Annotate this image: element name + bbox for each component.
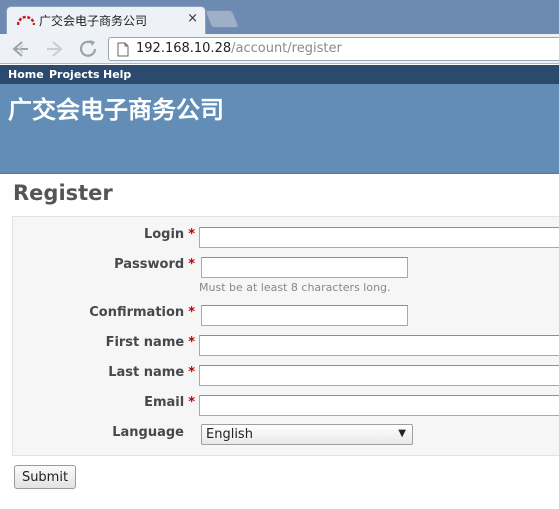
confirmation-label-text: Confirmation (89, 305, 185, 320)
language-label-row: Language (0, 425, 195, 443)
forward-arrow-icon[interactable] (43, 37, 67, 61)
page-title: Register (13, 181, 113, 205)
url-text: 192.168.10.28/account/register (136, 41, 342, 56)
password-label-text: Password (114, 257, 185, 272)
reload-icon[interactable] (76, 37, 100, 61)
site-header: 广交会电子商务公司 (0, 84, 559, 174)
top-menu-projects[interactable]: Projects (49, 68, 100, 81)
last-name-input[interactable] (199, 365, 559, 386)
password-label: Password * (114, 257, 195, 272)
new-tab-button[interactable] (204, 10, 240, 28)
confirmation-label-row: Confirmation * (0, 305, 195, 323)
back-arrow-icon[interactable] (8, 37, 32, 61)
required-marker: * (188, 395, 195, 410)
language-selected-value: English (206, 427, 253, 442)
first-name-label-row: First name * (0, 335, 195, 353)
email-label-text: Email (144, 395, 185, 410)
last-name-label-row: Last name * (0, 365, 195, 383)
first-name-label-text: First name (105, 335, 185, 350)
tab-close-icon[interactable]: × (187, 11, 198, 26)
browser-toolbar: 192.168.10.28/account/register (0, 34, 559, 64)
required-marker: * (188, 257, 195, 272)
login-input[interactable] (199, 227, 559, 248)
confirmation-input[interactable] (201, 305, 408, 326)
email-label-row: Email * (0, 395, 195, 413)
top-menu-help[interactable]: Help (103, 68, 131, 81)
login-label-row: Login * (0, 227, 195, 245)
last-name-label-text: Last name (108, 365, 185, 380)
submit-button[interactable]: Submit (14, 465, 76, 489)
tab-title: 广交会电子商务公司 (39, 14, 148, 28)
top-menu-home[interactable]: Home (8, 68, 44, 81)
url-host: 192.168.10.28 (136, 41, 232, 56)
password-hint: Must be at least 8 characters long. (199, 281, 391, 294)
password-label-row: Password * (0, 257, 195, 275)
address-bar[interactable]: 192.168.10.28/account/register (108, 37, 559, 61)
language-select[interactable]: English ▼ (201, 424, 413, 445)
redmine-logo-icon (17, 15, 35, 26)
first-name-input[interactable] (199, 335, 559, 356)
top-menu: Home Projects Help (0, 65, 559, 84)
browser-tabstrip: 广交会电子商务公司 × (0, 0, 559, 34)
email-label: Email * (144, 395, 195, 410)
page-icon (117, 42, 129, 57)
confirmation-label: Confirmation * (89, 305, 195, 320)
required-marker: * (188, 227, 195, 242)
password-input[interactable] (201, 257, 408, 278)
browser-tab[interactable]: 广交会电子商务公司 × (6, 6, 206, 34)
login-label-text: Login (143, 227, 185, 242)
email-input[interactable] (199, 395, 559, 416)
language-label: Language (112, 425, 195, 440)
last-name-label: Last name * (108, 365, 195, 380)
language-label-text: Language (112, 425, 184, 440)
url-path: /account/register (231, 41, 342, 56)
dropdown-arrow-icon: ▼ (398, 428, 406, 439)
login-label: Login * (144, 227, 195, 242)
first-name-label: First name * (106, 335, 195, 350)
required-marker: * (188, 335, 195, 350)
required-marker: * (188, 305, 195, 320)
required-marker: * (188, 365, 195, 380)
site-title: 广交会电子商务公司 (8, 96, 224, 124)
